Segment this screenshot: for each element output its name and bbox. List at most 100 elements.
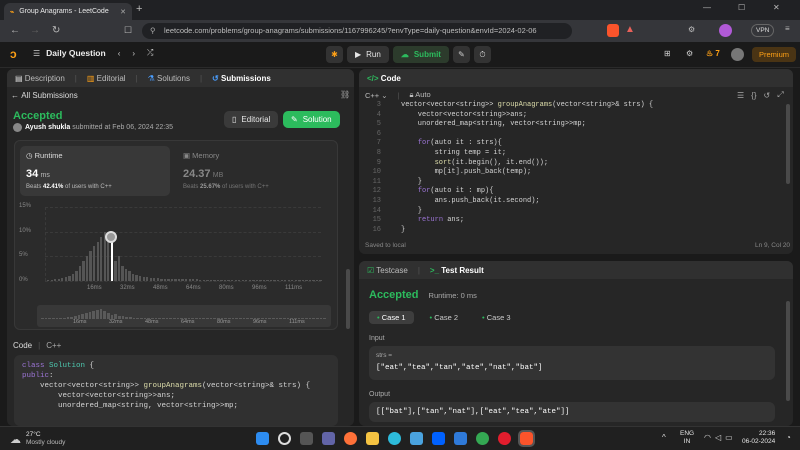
firefox-icon[interactable] <box>344 432 357 445</box>
histogram-bar[interactable] <box>301 279 305 281</box>
histogram-bar[interactable] <box>78 266 82 281</box>
histogram-bar[interactable] <box>192 279 195 281</box>
tab-solutions[interactable]: ⚗ Solutions <box>148 74 190 83</box>
submit-button[interactable]: ☁ Submit <box>392 46 449 63</box>
histogram-bar[interactable] <box>308 279 312 281</box>
tab-close-icon[interactable]: ✕ <box>120 8 126 16</box>
runtime-box[interactable]: ◷ Runtime 34 ms Beats 42.41% of users wi… <box>20 146 170 196</box>
back-arrow-icon[interactable]: ← <box>10 25 20 36</box>
submitter-name[interactable]: Ayush shukla <box>25 124 70 131</box>
notifications-icon[interactable]: ◔ <box>786 433 791 442</box>
range-slider[interactable]: 16ms 32ms 48ms 64ms 80ms 96ms 111ms <box>37 305 331 327</box>
histogram-bar[interactable] <box>146 277 149 281</box>
file-explorer-icon[interactable] <box>366 432 379 445</box>
left-scrollbar[interactable] <box>346 269 350 329</box>
histogram-bar[interactable] <box>216 279 220 281</box>
new-tab-button[interactable]: + <box>136 3 142 15</box>
photos-icon[interactable] <box>454 432 467 445</box>
histogram-bar[interactable] <box>241 279 244 281</box>
vpn-button[interactable]: VPN <box>751 24 775 37</box>
case-2-tab[interactable]: • Case 2 <box>422 311 467 324</box>
settings-gear-icon[interactable]: ⚙ <box>686 49 693 58</box>
brave-shield-icon[interactable] <box>607 24 619 37</box>
histogram-bar[interactable] <box>291 279 294 281</box>
task-view-icon[interactable] <box>300 432 313 445</box>
histogram-bar[interactable] <box>185 279 188 281</box>
histogram-bar[interactable] <box>149 277 152 281</box>
start-menu-icon[interactable] <box>256 432 269 445</box>
tab-editorial[interactable]: ▥ Editorial <box>87 74 126 83</box>
histogram-bar[interactable] <box>266 279 269 281</box>
output-box[interactable]: [["bat"],["tan","nat"],["eat","tea","ate… <box>369 402 775 422</box>
tab-submissions[interactable]: ↺ Submissions <box>212 74 271 83</box>
share-link-icon[interactable]: ⛓ <box>340 90 350 99</box>
histogram-bar[interactable] <box>181 279 184 281</box>
histogram-bar[interactable] <box>269 279 273 281</box>
histogram-bar[interactable] <box>174 279 177 281</box>
all-submissions-link[interactable]: ← All Submissions <box>11 91 78 100</box>
histogram-bar[interactable] <box>153 278 156 281</box>
histogram-bar[interactable] <box>89 251 92 281</box>
tab-testcase[interactable]: ☑ Testcase <box>367 266 408 275</box>
forward-arrow-icon[interactable]: → <box>30 25 40 36</box>
histogram-bar[interactable] <box>188 279 191 281</box>
histogram-bar[interactable] <box>262 279 266 281</box>
histogram-bar[interactable] <box>47 279 50 281</box>
run-button[interactable]: ▶ Run <box>347 46 389 63</box>
histogram-bar[interactable] <box>131 273 135 281</box>
histogram-bar[interactable] <box>284 279 287 281</box>
runtime-distribution-chart[interactable]: 15% 10% 5% 0% 16ms 32ms 48ms 64ms 80ms 96ms 111ms <box>15 199 337 307</box>
menu-icon[interactable]: ≡ <box>785 24 790 33</box>
input-box[interactable]: strs = ["eat","tea","tan","ate","nat","b… <box>369 346 775 380</box>
user-position-avatar[interactable] <box>104 230 117 243</box>
reload-icon[interactable]: ↻ <box>52 25 60 36</box>
result-scrollbar[interactable] <box>786 301 790 401</box>
teams-icon[interactable] <box>322 432 335 445</box>
histogram-bar[interactable] <box>234 279 237 281</box>
histogram-bar[interactable] <box>139 276 142 281</box>
histogram-bar[interactable] <box>170 278 174 281</box>
histogram-bar[interactable] <box>163 278 167 281</box>
code-editor[interactable]: 3 vector<vector<string>> groupAnagrams(ve… <box>359 101 784 235</box>
url-input[interactable]: ⚲ leetcode.com/problems/group-anagrams/s… <box>142 23 572 39</box>
histogram-bar[interactable] <box>117 256 121 281</box>
streak-counter[interactable]: ♨ 7 <box>706 49 720 58</box>
histogram-bar[interactable] <box>85 256 89 281</box>
histogram-bar[interactable] <box>96 241 99 281</box>
daily-question-link[interactable]: Daily Question <box>46 48 106 58</box>
histogram-bar[interactable] <box>315 279 319 281</box>
histogram-bar[interactable] <box>305 279 308 281</box>
histogram-bar[interactable] <box>61 278 64 281</box>
histogram-bar[interactable] <box>312 279 315 281</box>
histogram-bar[interactable] <box>64 277 68 281</box>
histogram-bar[interactable] <box>177 279 181 281</box>
next-problem-icon[interactable]: › <box>132 49 135 58</box>
histogram-bar[interactable] <box>71 273 75 281</box>
histogram-bar[interactable] <box>160 278 163 281</box>
histogram-bar[interactable] <box>273 279 276 281</box>
histogram-bar[interactable] <box>50 279 53 281</box>
site-info-icon[interactable]: ⚲ <box>150 23 156 39</box>
histogram-bar[interactable] <box>277 279 280 281</box>
histogram-bar[interactable] <box>75 271 78 281</box>
histogram-bar[interactable] <box>124 268 128 281</box>
opera-icon[interactable] <box>498 432 511 445</box>
list-icon[interactable]: ☰ <box>33 49 40 58</box>
premium-button[interactable]: Premium <box>752 47 797 62</box>
histogram-bar[interactable] <box>209 279 213 281</box>
histogram-bar[interactable] <box>255 279 259 281</box>
solution-button[interactable]: ✎ Solution <box>283 111 340 128</box>
histogram-bar[interactable] <box>298 279 301 281</box>
store-icon[interactable] <box>410 432 423 445</box>
histogram-bar[interactable] <box>195 279 198 281</box>
histogram-bar[interactable] <box>223 279 227 281</box>
histogram-bar[interactable] <box>68 276 71 281</box>
histogram-bar[interactable] <box>259 279 262 281</box>
histogram-bar[interactable] <box>128 271 131 281</box>
histogram-bar[interactable] <box>213 279 216 281</box>
reset-icon[interactable]: ↺ <box>764 91 771 100</box>
histogram-bar[interactable] <box>248 279 252 281</box>
highlight-bar[interactable] <box>110 240 113 281</box>
debug-icon[interactable]: ✱ <box>326 46 343 63</box>
tab-code[interactable]: </> Code <box>367 74 401 83</box>
